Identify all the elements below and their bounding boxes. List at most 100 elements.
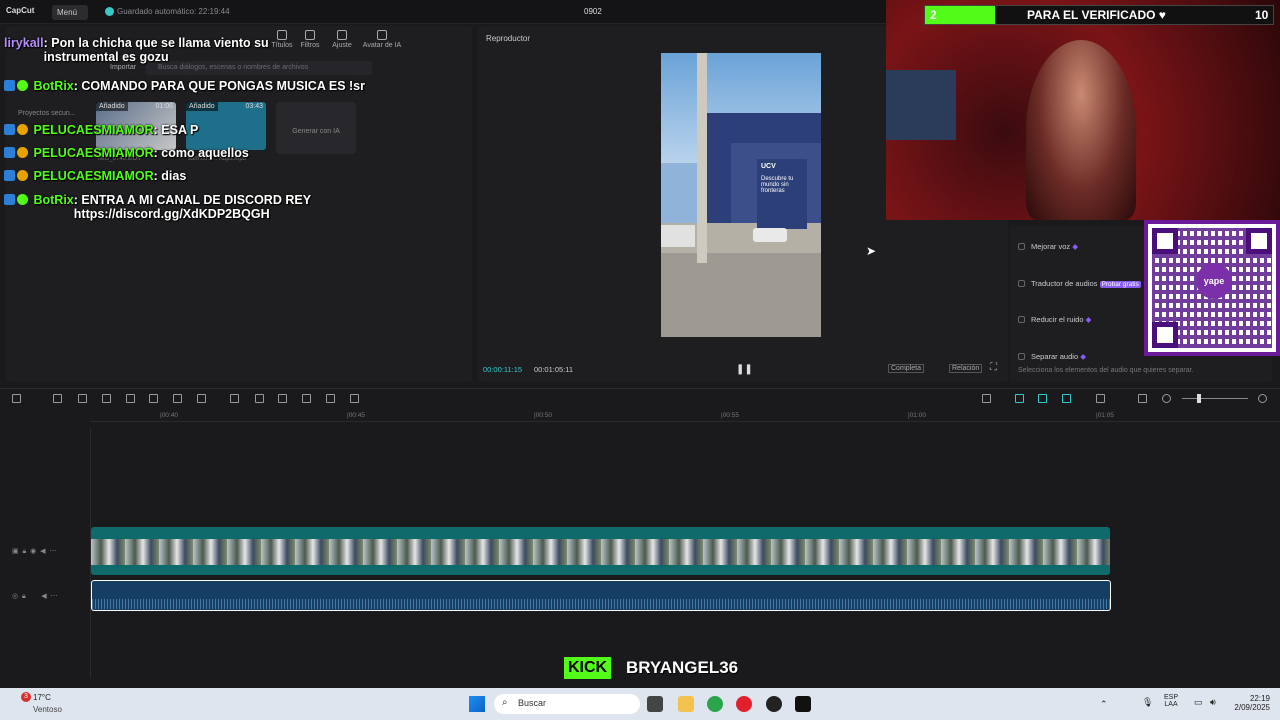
audio-waveform [92,599,1110,609]
split-icon[interactable] [102,394,111,403]
taskbar-search[interactable]: ⌕ Buscar [494,694,640,714]
moderator-badge-icon [4,194,15,205]
preview-pole [697,53,707,263]
checkbox[interactable] [1018,243,1025,250]
audio-clip[interactable] [91,580,1111,611]
adjust-sliders-icon[interactable] [278,394,287,403]
microphone-icon[interactable] [982,394,991,403]
chat-text: : ENTRA A MI CANAL DE DISCORD REY https:… [73,193,311,221]
zoom-in-icon[interactable] [1258,394,1267,403]
chat-username: PELUCAESMIAMOR [33,169,154,183]
redo-icon[interactable] [78,394,87,403]
more-icon[interactable]: ⋯ [51,593,58,600]
yape-logo: yape [1196,263,1232,299]
opera-icon[interactable] [736,696,752,712]
obs-icon[interactable] [766,696,782,712]
separate-audio-option[interactable]: Separar audio ◆ [1018,352,1086,361]
timeline-toolbar [0,388,1280,408]
freeze-frame-icon[interactable] [230,394,239,403]
magic-icon[interactable] [302,394,311,403]
ruler-tick: |00:45 [347,412,365,419]
checkbox[interactable] [1018,316,1025,323]
zoom-out-icon[interactable] [1162,394,1171,403]
capcut-icon[interactable] [795,696,811,712]
chat-message: PELUCAESMIAMOR: como aquellos [4,146,249,160]
clock[interactable]: 22:19 2/09/2025 [1228,694,1270,712]
qr-finder [1152,228,1178,254]
preview-axis-icon[interactable] [1096,394,1105,403]
webcam-overlay [886,0,1280,220]
lock-icon[interactable]: 🔒︎ [23,548,27,555]
tab-ai-avatar[interactable]: Avatar de IA [360,30,404,49]
chat-message: PELUCAESMIAMOR: ESA P [4,123,198,137]
weather-temperature[interactable]: 17°C [33,693,51,702]
preview-car [753,228,787,242]
volume-icon[interactable]: 🔊︎ [1210,697,1216,708]
chat-text: : dias [153,169,187,183]
fit-complete-button[interactable]: Completa [888,364,924,373]
task-view-icon[interactable] [647,696,663,712]
language-indicator[interactable]: ESP LAA [1164,694,1178,708]
menu-button[interactable]: Menú [52,5,88,20]
enhance-voice-option[interactable]: Mejorar voz ◆ [1018,242,1078,251]
audio-wave-icon[interactable] [326,394,335,403]
import-button[interactable]: Importar [110,64,136,71]
zoom-slider[interactable] [1182,398,1248,399]
webcam-streamer [1026,40,1136,220]
audio-track-controls: ◎ 🔒︎ ◀ ⋯ [12,592,58,601]
audio-translator-option[interactable]: Traductor de audios Probar gratis [1018,279,1141,288]
subscriber-badge-icon [17,170,28,181]
snap-icon[interactable] [1062,394,1071,403]
undo-icon[interactable] [53,394,62,403]
webcam-monitor [886,70,956,140]
chat-message: PELUCAESMIAMOR: dias [4,169,186,183]
magnet-icon[interactable] [1038,394,1047,403]
shield-icon[interactable] [197,394,206,403]
video-clip[interactable] [91,527,1110,575]
checkbox[interactable] [1018,280,1025,287]
delete-icon[interactable] [173,394,182,403]
captions-icon[interactable] [350,394,359,403]
aspect-ratio-button[interactable]: Relación [949,364,983,373]
tray-chevron-icon[interactable]: ⌃ [1100,699,1108,710]
lock-icon[interactable]: 🔒︎ [22,593,26,600]
chat-username: PELUCAESMIAMOR [33,123,154,137]
network-icon[interactable]: ▭ [1194,697,1203,708]
eye-icon[interactable]: ◉ [30,548,36,555]
microphone-icon[interactable]: 🎙︎ [1142,697,1153,708]
moderator-badge-icon [4,170,15,181]
windows-start-icon[interactable] [469,696,485,712]
fullscreen-icon[interactable]: ⛶ [990,362,997,373]
trim-right-icon[interactable] [149,394,158,403]
checkbox[interactable] [1018,353,1025,360]
video-preview[interactable]: UCV Descubre tu mundo sin fronteras [661,53,821,337]
caption-mode-icon[interactable] [1138,394,1147,403]
pause-button[interactable]: ❚❚ [736,364,753,375]
autosave-icon [105,7,114,16]
audio-record-icon[interactable]: ◎ [12,593,18,600]
file-explorer-icon[interactable] [678,696,694,712]
noise-reduction-option[interactable]: Reducir el ruido ◆ [1018,315,1091,324]
kick-logo: KICK [564,657,612,679]
select-tool-icon[interactable] [12,394,21,403]
more-icon[interactable]: ⋯ [49,548,56,555]
cover-icon[interactable]: ▣ [12,548,19,555]
sidebar-item-secondary-projects[interactable]: Proyectos secun... [18,110,76,117]
premium-diamond-icon: ◆ [1085,315,1092,324]
speaker-icon[interactable]: ◀ [40,548,45,555]
generate-ai-button[interactable]: Generar con IA [276,102,356,154]
link-icon[interactable] [1015,394,1024,403]
current-time: 00:00:11:15 [483,365,523,374]
zoom-slider-handle[interactable] [1197,394,1201,403]
chat-username: BotRix [33,193,74,207]
weather-description[interactable]: Ventoso [33,705,62,714]
video-clip-thumbnails [91,539,1110,565]
auto-reframe-icon[interactable] [255,394,264,403]
avatar-icon [377,30,387,40]
chrome-icon[interactable] [707,696,723,712]
tab-adjust[interactable]: Ajuste [322,30,362,49]
speaker-icon[interactable]: ◀ [41,593,46,600]
ruler-tick: |00:40 [160,412,178,419]
trim-left-icon[interactable] [126,394,135,403]
chat-message: lirykall: Pon la chicha que se llama vie… [4,36,324,64]
